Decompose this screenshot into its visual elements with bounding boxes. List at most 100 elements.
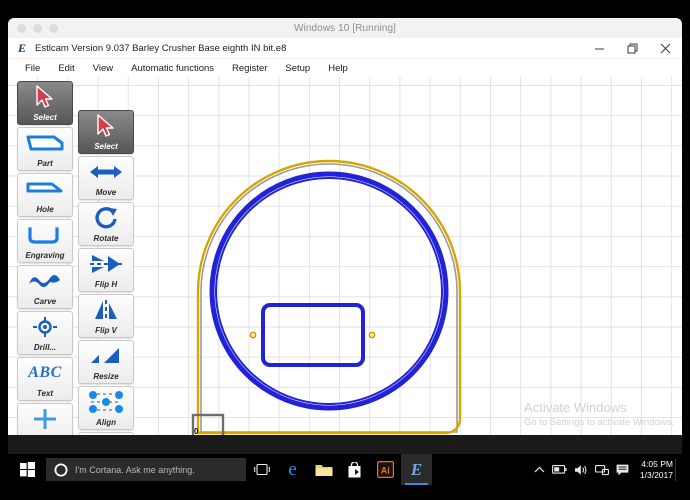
tool-rotate[interactable]: Rotate: [78, 202, 134, 246]
battery-icon: [551, 465, 567, 474]
tool-label: Move: [95, 188, 117, 197]
start-button[interactable]: [8, 454, 46, 485]
cortana-circle-icon: [54, 463, 68, 476]
tool-label: Carve: [33, 297, 57, 306]
action-center-button[interactable]: [616, 464, 629, 476]
flip-vertical-icon: [79, 295, 133, 325]
windows-logo-icon: [19, 462, 35, 477]
app-window-title: Estlcam Version 9.037 Barley Crusher Bas…: [35, 42, 287, 54]
tool-carve[interactable]: Carve: [17, 265, 73, 309]
taskbar-file-explorer[interactable]: [308, 454, 339, 485]
chevron-up-icon: [534, 466, 545, 472]
rotate-arrow-icon: [79, 203, 133, 233]
speaker-icon: [574, 464, 587, 475]
tool-label: Engraving: [25, 251, 65, 260]
network-button[interactable]: [594, 464, 609, 476]
tool-zero[interactable]: Zero: [17, 403, 73, 435]
network-icon: [594, 464, 609, 475]
windows-taskbar: I'm Cortana. Ask me anything. e Ai E 4:0…: [8, 454, 682, 485]
menu-help[interactable]: Help: [319, 62, 357, 75]
drill-marker-left: [249, 331, 257, 339]
carve-wave-icon: [18, 266, 72, 296]
tool-label: Resize: [93, 372, 119, 381]
resize-triangle-icon: [79, 341, 133, 371]
tool-label: Drill...: [33, 343, 57, 352]
move-arrows-icon: [79, 157, 133, 187]
tool-palette-transform: Select Move Rotate Flip H Flip V Resize …: [78, 110, 134, 435]
tool-select-primary[interactable]: Select: [17, 81, 73, 125]
tool-label: Part: [37, 159, 53, 168]
tool-hole[interactable]: Hole: [17, 173, 73, 217]
flip-horizontal-icon: [79, 249, 133, 279]
tool-text[interactable]: ABC Text: [17, 357, 73, 401]
tool-label: Hole: [36, 205, 54, 214]
estlcam-icon: E: [410, 460, 423, 479]
menu-edit[interactable]: Edit: [49, 62, 83, 75]
task-view-icon: [253, 463, 270, 476]
minimize-icon: [595, 48, 604, 49]
grid-duplicate-icon: [79, 433, 133, 435]
host-window-title: Windows 10 [Running]: [293, 22, 397, 34]
taskbar-task-view[interactable]: [246, 454, 277, 485]
abc-text-icon: ABC: [28, 364, 62, 381]
part-outline-shadow: [200, 163, 458, 433]
battery-button[interactable]: [551, 465, 567, 474]
menu-register[interactable]: Register: [223, 62, 276, 75]
tool-resize[interactable]: Resize: [78, 340, 134, 384]
tool-label: Rotate: [93, 234, 119, 243]
part-outline-icon: [18, 128, 72, 158]
estlcam-window: E Estlcam Version 9.037 Barley Crusher B…: [8, 38, 682, 435]
hole-outline-icon: [18, 174, 72, 204]
menu-view[interactable]: View: [84, 62, 122, 75]
cursor-arrow-icon: [79, 111, 133, 141]
geometry-main-circle: [209, 171, 449, 411]
engraving-path-icon: [18, 220, 72, 250]
cad-canvas[interactable]: 0 Activate Windows Go to Settings to act…: [8, 77, 682, 435]
edge-browser-icon: e: [288, 459, 297, 480]
taskbar-microsoft-store[interactable]: [339, 454, 370, 485]
crosshair-plus-icon: [18, 404, 72, 434]
taskbar-app-buttons: e Ai E: [246, 454, 432, 485]
align-dots-icon: [79, 387, 133, 417]
restore-icon: [627, 43, 638, 53]
tool-part[interactable]: Part: [17, 127, 73, 171]
tool-align[interactable]: Align: [78, 386, 134, 430]
menu-automatic-functions[interactable]: Automatic functions: [122, 62, 223, 75]
tool-drill[interactable]: Drill...: [17, 311, 73, 355]
tool-label: Select: [33, 113, 57, 122]
restore-button[interactable]: [616, 38, 649, 58]
cortana-placeholder: I'm Cortana. Ask me anything.: [75, 464, 195, 475]
taskbar-illustrator[interactable]: Ai: [370, 454, 401, 485]
volume-button[interactable]: [574, 464, 588, 476]
host-window-titlebar: Windows 10 [Running]: [8, 18, 682, 38]
taskbar-estlcam[interactable]: E: [401, 454, 432, 485]
menu-file[interactable]: File: [16, 62, 49, 75]
tool-palette-primary: Select Part Hole Engraving Carve Drill..…: [17, 81, 73, 435]
tool-label: Select: [94, 142, 118, 151]
menu-bar: File Edit View Automatic functions Regis…: [8, 59, 682, 77]
tool-flip-h[interactable]: Flip H: [78, 248, 134, 292]
taskbar-clock[interactable]: 4:05 PM 1/3/2017: [636, 458, 676, 481]
tool-move[interactable]: Move: [78, 156, 134, 200]
tool-label: Align: [96, 418, 116, 427]
tool-engraving[interactable]: Engraving: [17, 219, 73, 263]
cortana-search-box[interactable]: I'm Cortana. Ask me anything.: [46, 458, 246, 481]
app-titlebar: E Estlcam Version 9.037 Barley Crusher B…: [8, 38, 682, 59]
origin-label: 0: [194, 427, 199, 435]
minimize-button[interactable]: [583, 38, 616, 58]
close-button[interactable]: [649, 38, 682, 58]
tool-duplicate-grid[interactable]: [78, 432, 134, 435]
geometry-main-circle-inner: [215, 177, 443, 405]
window-controls: [583, 38, 682, 58]
clock-date: 1/3/2017: [639, 469, 673, 480]
tool-flip-v[interactable]: Flip V: [78, 294, 134, 338]
estlcam-app-icon: E: [17, 40, 26, 55]
screenshot-root: Windows 10 [Running] E Estlcam Version 9…: [0, 0, 690, 500]
show-hidden-icons-button[interactable]: [534, 466, 545, 474]
close-icon: [660, 43, 671, 53]
taskbar-edge[interactable]: e: [277, 454, 308, 485]
tool-select-transform[interactable]: Select: [78, 110, 134, 154]
illustrator-icon: Ai: [377, 461, 394, 478]
tool-label: Text: [36, 389, 54, 398]
menu-setup[interactable]: Setup: [276, 62, 319, 75]
